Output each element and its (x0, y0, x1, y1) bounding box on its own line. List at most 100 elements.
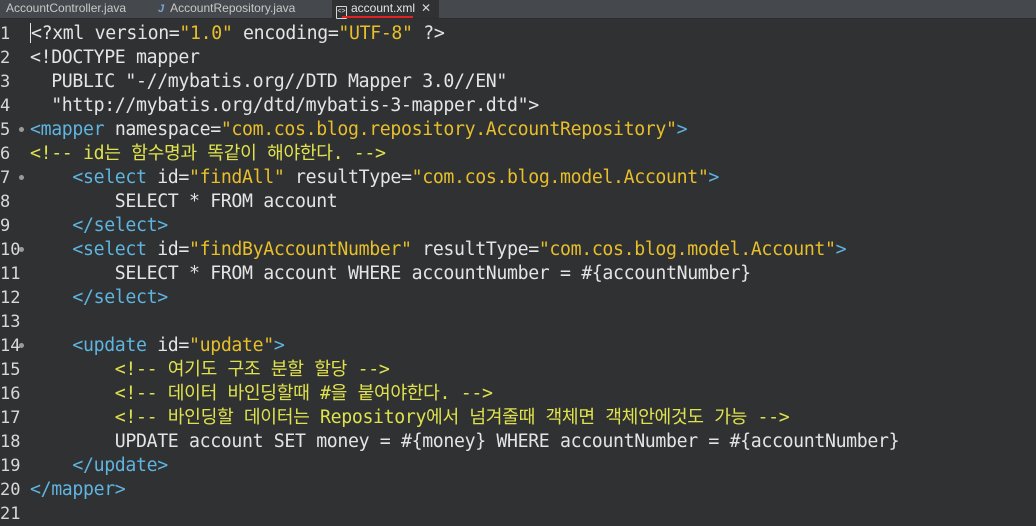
code-token: "1.0" (179, 23, 233, 44)
tab-label: account.xml (351, 1, 416, 15)
code-line[interactable]: 7 <select id="findAll" resultType="com.c… (0, 166, 1036, 190)
code-token: resultType= (411, 239, 539, 260)
line-number: 17 (0, 408, 21, 428)
code-line[interactable]: 6 <!-- id는 함수명과 똑같이 해야한다. --> (0, 142, 1036, 166)
code-line[interactable]: 18 UPDATE account SET money = #{money} W… (0, 430, 1036, 454)
fold-toggle-icon[interactable] (19, 247, 24, 252)
code-token: "UTF-8" (338, 23, 413, 44)
line-number: 1 (0, 24, 11, 44)
line-number: 6 (0, 144, 11, 164)
code-text: <mapper namespace="com.cos.blog.reposito… (30, 118, 688, 142)
code-text: </update> (30, 454, 168, 478)
code-line[interactable]: 17 <!-- 바인딩할 데이터는 Repository에서 넘겨줄때 객체면 … (0, 406, 1036, 430)
tab-label: AccountRepository.java (170, 1, 296, 15)
code-text: <!DOCTYPE mapper (30, 46, 200, 70)
code-line[interactable]: 21 (0, 502, 1036, 526)
line-number: 13 (0, 312, 21, 332)
line-number: 19 (0, 456, 21, 476)
code-line[interactable]: 9 </select> (0, 214, 1036, 238)
line-number: 12 (0, 288, 21, 308)
code-line[interactable]: 19 </update> (0, 454, 1036, 478)
code-editor[interactable]: 1 <?xml version="1.0" encoding="UTF-8" ?>… (0, 22, 1036, 526)
code-text: "http://mybatis.org/dtd/mybatis-3-mapper… (30, 94, 539, 118)
java-file-icon: J (158, 3, 165, 15)
code-line[interactable]: 14 <update id="update"> (0, 334, 1036, 358)
code-line[interactable]: 1 <?xml version="1.0" encoding="UTF-8" ?> (0, 22, 1036, 46)
code-token: id= (157, 167, 190, 188)
line-number: 2 (0, 48, 11, 68)
code-token: id= (157, 335, 190, 356)
code-token: <!-- id는 함수명과 똑같이 해야한다. --> (30, 143, 386, 164)
code-line[interactable]: 4 "http://mybatis.org/dtd/mybatis-3-mapp… (0, 94, 1036, 118)
code-line[interactable]: 20 </mapper> (0, 478, 1036, 502)
code-text: <!-- id는 함수명과 똑같이 해야한다. --> (30, 142, 386, 166)
code-token: > (676, 119, 688, 140)
code-token: id= (157, 239, 190, 260)
code-token: "com.cos.blog.model.Account" (411, 167, 709, 188)
code-token: </update> (30, 455, 168, 476)
code-token: "com.cos.blog.repository.AccountReposito… (220, 119, 677, 140)
code-line[interactable]: 13 (0, 310, 1036, 334)
code-line[interactable]: 12 </select> (0, 286, 1036, 310)
fold-toggle-icon[interactable] (19, 127, 24, 132)
xml-file-icon: <> (336, 6, 347, 19)
code-line[interactable]: 15 <!-- 여기도 구조 분할 할당 --> (0, 358, 1036, 382)
code-line[interactable]: 11 SELECT * FROM account WHERE accountNu… (0, 262, 1036, 286)
line-number: 9 (0, 216, 11, 236)
code-token: "http://mybatis.org/dtd/mybatis-3-mapper… (30, 95, 539, 116)
tab-account-xml[interactable]: <> account.xml ✕ (332, 0, 440, 19)
code-token: namespace= (114, 119, 221, 140)
code-token: <!-- 바인딩할 데이터는 Repository에서 넘겨줄때 객체면 객체안… (30, 407, 790, 428)
fold-toggle-icon[interactable] (19, 343, 24, 348)
line-number: 20 (0, 480, 21, 500)
code-token: <mapper (30, 119, 115, 140)
code-text: <!-- 여기도 구조 분할 할당 --> (30, 358, 390, 382)
code-token: "findAll" (189, 167, 285, 188)
code-token: UPDATE account SET money = #{money} WHER… (30, 431, 900, 452)
code-text: <!-- 바인딩할 데이터는 Repository에서 넘겨줄때 객체면 객체안… (30, 406, 790, 430)
code-text: <!-- 데이터 바인딩할때 #을 붙여야한다. --> (30, 382, 493, 406)
code-token: "update" (189, 335, 274, 356)
tab-account-repository[interactable]: J AccountRepository.java (158, 0, 295, 18)
code-token: SELECT * FROM account (30, 191, 338, 212)
code-text: <select id="findByAccountNumber" resultT… (30, 238, 846, 262)
code-token: encoding= (232, 23, 339, 44)
code-token: <!-- 데이터 바인딩할때 #을 붙여야한다. --> (30, 383, 493, 404)
code-text: </select> (30, 286, 168, 310)
code-token: resultType= (284, 167, 412, 188)
code-text: <update id="update"> (30, 334, 284, 358)
code-token: <!DOCTYPE mapper (30, 47, 200, 68)
line-number: 16 (0, 384, 21, 404)
editor-tab-bar: AccountController.java J AccountRepositor… (0, 0, 1036, 19)
code-line[interactable]: 2 <!DOCTYPE mapper (0, 46, 1036, 70)
code-token: ?xml version= (41, 23, 180, 44)
code-token: </mapper> (30, 479, 126, 500)
code-token: <select (30, 167, 158, 188)
line-number: 3 (0, 72, 11, 92)
code-token: < (31, 23, 42, 44)
code-text: SELECT * FROM account (30, 190, 338, 214)
code-line[interactable]: 10 <select id="findByAccountNumber" resu… (0, 238, 1036, 262)
code-token: <select (30, 239, 158, 260)
code-text: <?xml version="1.0" encoding="UTF-8" ?> (30, 22, 445, 46)
code-token: </select> (30, 287, 168, 308)
code-line[interactable]: 3 PUBLIC "-//mybatis.org//DTD Mapper 3.0… (0, 70, 1036, 94)
code-token: "findByAccountNumber" (189, 239, 412, 260)
code-line[interactable]: 5 <mapper namespace="com.cos.blog.reposit… (0, 118, 1036, 142)
fold-toggle-icon[interactable] (19, 175, 24, 180)
code-token: PUBLIC "-//mybatis.org//DTD Mapper 3.0//… (30, 71, 507, 92)
tab-label: AccountController.java (6, 1, 127, 15)
code-text: SELECT * FROM account WHERE accountNumbe… (30, 262, 751, 286)
code-token: SELECT * FROM account WHERE accountNumbe… (30, 263, 751, 284)
code-text: <select id="findAll" resultType="com.cos… (30, 166, 719, 190)
code-line[interactable]: 16 <!-- 데이터 바인딩할때 #을 붙여야한다. --> (0, 382, 1036, 406)
line-number: 21 (0, 504, 21, 524)
code-token: > (708, 167, 720, 188)
code-text: PUBLIC "-//mybatis.org//DTD Mapper 3.0//… (30, 70, 507, 94)
code-line[interactable]: 8 SELECT * FROM account (0, 190, 1036, 214)
line-number: 15 (0, 360, 21, 380)
close-icon[interactable]: ✕ (421, 1, 431, 15)
tab-account-controller[interactable]: AccountController.java (6, 0, 126, 18)
code-token: > (273, 335, 285, 356)
code-text: UPDATE account SET money = #{money} WHER… (30, 430, 900, 454)
